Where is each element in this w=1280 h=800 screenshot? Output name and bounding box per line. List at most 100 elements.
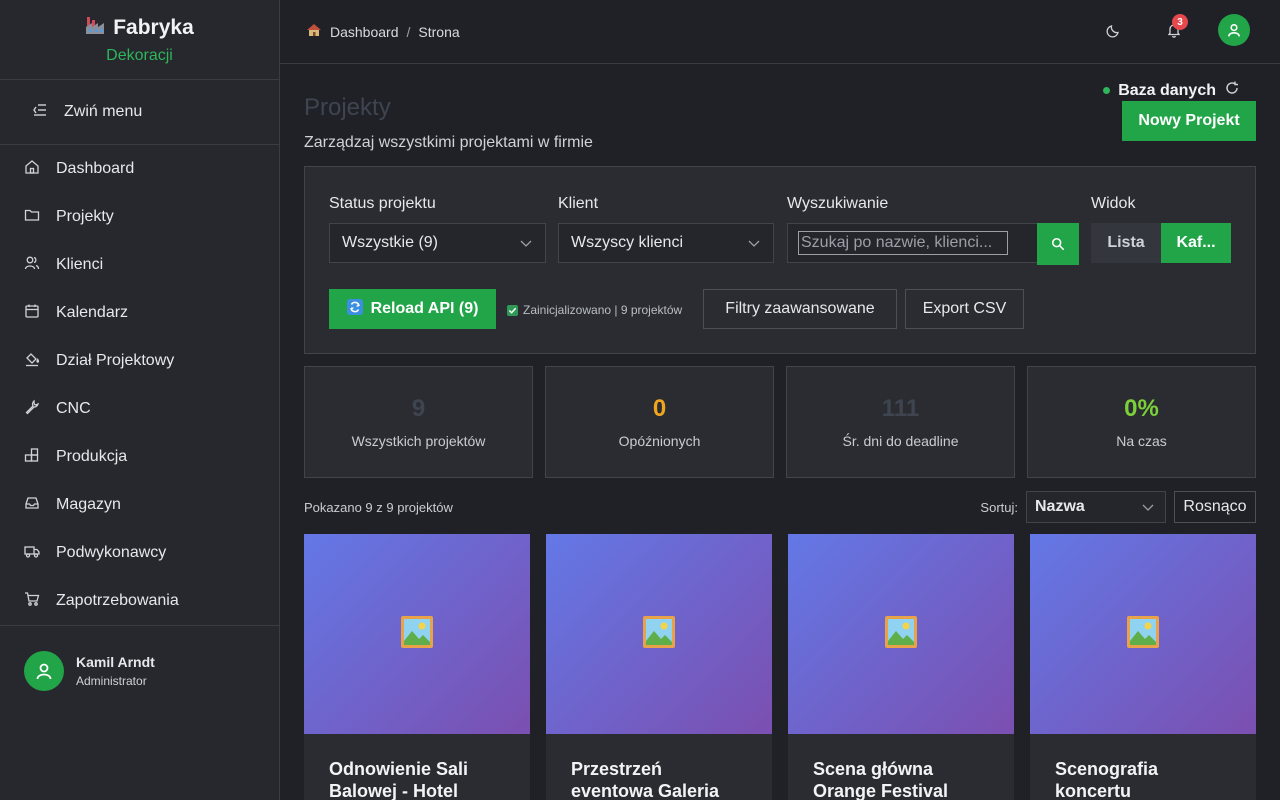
export-csv-button[interactable]: Export CSV bbox=[905, 289, 1024, 329]
sidebar-item-kalendarz[interactable]: Kalendarz bbox=[0, 289, 279, 337]
collapse-menu-button[interactable]: Zwiń menu bbox=[0, 80, 279, 145]
project-title: Odnowienie Sali Balowej - Hotel bbox=[329, 759, 469, 800]
theme-toggle-button[interactable] bbox=[1098, 14, 1130, 46]
user-icon bbox=[36, 663, 52, 680]
status-select[interactable]: Wszystkie (9) bbox=[329, 223, 546, 263]
folder-icon bbox=[24, 207, 40, 228]
sidebar-item-produkcja[interactable]: Produkcja bbox=[0, 433, 279, 481]
breadcrumb-separator: / bbox=[406, 23, 411, 40]
project-thumbnail bbox=[546, 534, 772, 734]
notifications-badge: 3 bbox=[1172, 14, 1188, 30]
view-toggle: Lista Kaf... bbox=[1091, 223, 1231, 263]
stat-value: 0 bbox=[652, 395, 667, 422]
house-icon bbox=[306, 22, 322, 41]
sidebar-item-magazyn[interactable]: Magazyn bbox=[0, 481, 279, 529]
project-thumbnail bbox=[1030, 534, 1256, 734]
picture-icon bbox=[884, 615, 918, 654]
moon-icon bbox=[1106, 25, 1119, 38]
project-card[interactable]: Scena główna Orange Festival bbox=[788, 534, 1014, 800]
stat-on-time: 0% Na czas bbox=[1027, 366, 1256, 478]
breadcrumb-current: Strona bbox=[418, 23, 460, 40]
brand-name: Fabryka bbox=[113, 15, 194, 39]
cart-icon bbox=[24, 591, 40, 612]
collapse-icon bbox=[32, 102, 48, 123]
status-label: Status projektu bbox=[329, 195, 436, 212]
sidebar-item-podwykonawcy[interactable]: Podwykonawcy bbox=[0, 529, 279, 577]
project-thumbnail bbox=[788, 534, 1014, 734]
project-card[interactable]: Przestrzeń eventowa Galeria bbox=[546, 534, 772, 800]
search-label: Wyszukiwanie bbox=[787, 195, 889, 212]
project-title: Scenografia koncertu bbox=[1055, 759, 1159, 800]
sidebar-item-cnc[interactable]: CNC bbox=[0, 385, 279, 433]
search-icon bbox=[1051, 237, 1065, 251]
sidebar-item-klienci[interactable]: Klienci bbox=[0, 241, 279, 289]
stat-value: 111 bbox=[881, 395, 920, 422]
user-menu-avatar[interactable] bbox=[1218, 14, 1250, 46]
filters-panel: Status projektu Wszystkie (9) Klient Wsz… bbox=[304, 166, 1256, 354]
init-status: Zainicjalizowano | 9 projektów bbox=[507, 303, 682, 317]
project-title: Scena główna Orange Festival bbox=[813, 759, 949, 800]
check-icon bbox=[507, 304, 518, 316]
wrench-icon bbox=[24, 399, 40, 420]
breadcrumb: Dashboard / Strona bbox=[306, 22, 460, 41]
chevron-down-icon bbox=[519, 236, 533, 255]
new-project-button[interactable]: Nowy Projekt bbox=[1122, 101, 1256, 141]
search-button[interactable] bbox=[1037, 223, 1079, 265]
stat-label: Wszystkich projektów bbox=[351, 433, 486, 449]
page-title: Projekty bbox=[304, 94, 391, 121]
stat-label: Śr. dni do deadline bbox=[842, 433, 959, 449]
client-select[interactable]: Wszyscy klienci bbox=[558, 223, 774, 263]
stat-value: 0% bbox=[1124, 395, 1159, 422]
stat-label: Opóźnionych bbox=[618, 433, 701, 449]
factory-icon bbox=[85, 15, 107, 41]
chevron-down-icon bbox=[747, 236, 761, 255]
chevron-down-icon bbox=[1141, 500, 1155, 519]
reload-api-button[interactable]: Reload API (9) bbox=[329, 289, 496, 329]
user-profile[interactable]: Kamil Arndt Administrator bbox=[0, 626, 279, 716]
users-icon bbox=[24, 255, 40, 276]
project-card[interactable]: Scenografia koncertu bbox=[1030, 534, 1256, 800]
sort-select[interactable]: Nazwa bbox=[1026, 491, 1166, 523]
advanced-filters-button[interactable]: Filtry zaawansowane bbox=[703, 289, 897, 329]
status-dot bbox=[1103, 87, 1111, 94]
page-subtitle: Zarządzaj wszystkimi projektami w firmie bbox=[304, 134, 593, 151]
search-input[interactable] bbox=[798, 231, 1008, 255]
sidebar-nav: Dashboard Projekty Klienci Kalendarz Dzi… bbox=[0, 145, 279, 625]
view-label: Widok bbox=[1091, 195, 1136, 212]
sidebar-item-projekty[interactable]: Projekty bbox=[0, 193, 279, 241]
breadcrumb-dashboard[interactable]: Dashboard bbox=[330, 24, 399, 40]
results-count: Pokazano 9 z 9 projektów bbox=[304, 500, 453, 515]
brand-sub: Dekoracji bbox=[106, 46, 173, 64]
stat-value: 9 bbox=[411, 395, 426, 422]
picture-icon bbox=[400, 615, 434, 654]
project-thumbnail bbox=[304, 534, 530, 734]
project-title: Przestrzeń eventowa Galeria bbox=[571, 759, 720, 800]
topbar: Dashboard / Strona 3 bbox=[280, 0, 1280, 64]
inbox-icon bbox=[24, 495, 40, 516]
client-label: Klient bbox=[558, 195, 599, 212]
user-name: Kamil Arndt bbox=[76, 654, 155, 670]
collapse-menu-label: Zwiń menu bbox=[64, 103, 143, 120]
sidebar-item-dashboard[interactable]: Dashboard bbox=[0, 145, 279, 193]
stat-delayed: 0 Opóźnionych bbox=[545, 366, 774, 478]
project-card[interactable]: Odnowienie Sali Balowej - Hotel bbox=[304, 534, 530, 800]
refresh-icon bbox=[346, 298, 363, 320]
notifications-button[interactable]: 3 bbox=[1158, 14, 1190, 46]
boxes-icon bbox=[24, 447, 40, 468]
home-icon bbox=[24, 159, 40, 180]
picture-icon bbox=[642, 615, 676, 654]
db-status: Baza danych bbox=[1103, 80, 1240, 101]
view-tiles-button[interactable]: Kaf... bbox=[1161, 223, 1231, 263]
view-list-button[interactable]: Lista bbox=[1091, 223, 1161, 263]
sidebar-item-zapotrzebowania[interactable]: Zapotrzebowania bbox=[0, 577, 279, 625]
refresh-icon[interactable] bbox=[1224, 80, 1240, 101]
sidebar: Fabryka Dekoracji Zwiń menu Dashboard Pr… bbox=[0, 0, 280, 800]
user-role: Administrator bbox=[76, 674, 147, 688]
brand[interactable]: Fabryka Dekoracji bbox=[0, 0, 279, 80]
user-icon bbox=[1228, 24, 1240, 37]
sort-order-button[interactable]: Rosnąco bbox=[1174, 491, 1256, 523]
paint-bucket-icon bbox=[24, 351, 40, 372]
avatar bbox=[24, 651, 64, 691]
stat-label: Na czas bbox=[1116, 433, 1167, 449]
sidebar-item-dzial-projektowy[interactable]: Dział Projektowy bbox=[0, 337, 279, 385]
